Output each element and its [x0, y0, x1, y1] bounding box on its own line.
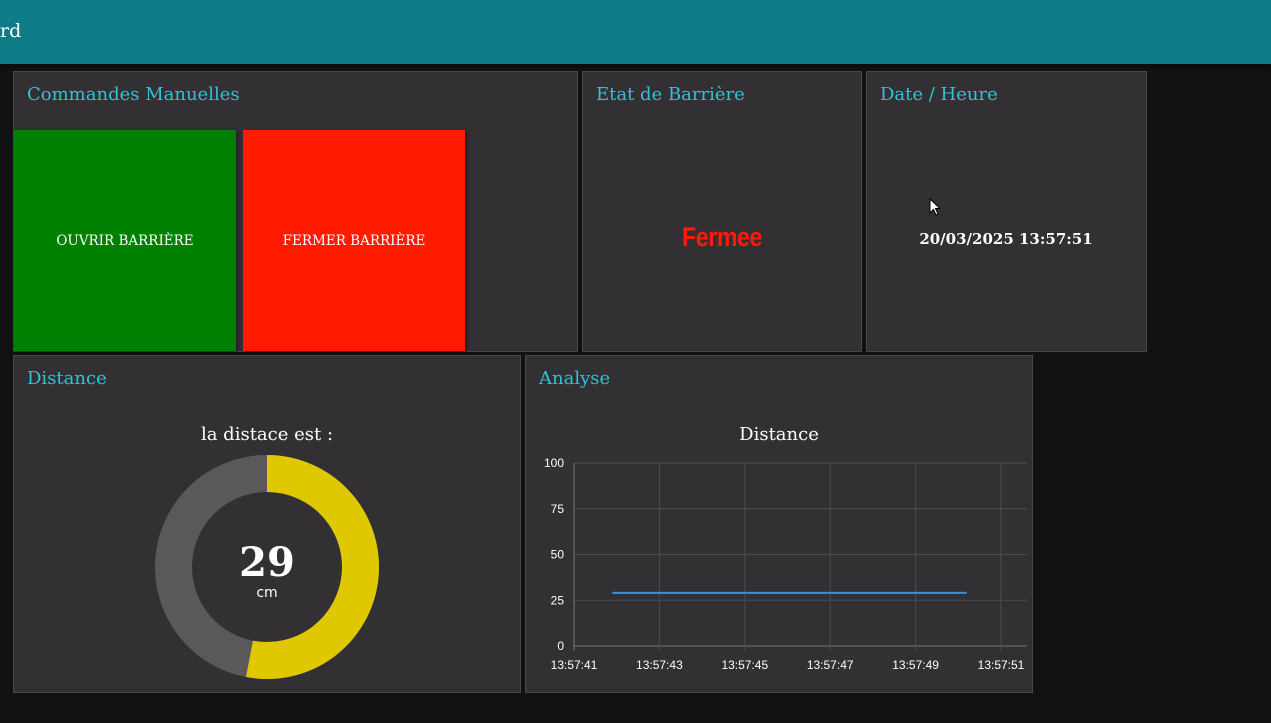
- y-tick-label: 0: [557, 639, 564, 653]
- gauge-unit: cm: [256, 585, 277, 601]
- analysis-card: Analyse Distance 0 25 50 75 100 13:57:41 13:57…: [525, 355, 1033, 693]
- barrier-state-card: Etat de Barrière Fermee: [582, 71, 862, 352]
- gauge-value: 29: [239, 539, 295, 586]
- y-tick-label: 75: [551, 502, 565, 516]
- datetime-card-title: Date / Heure: [880, 84, 998, 105]
- x-tick-label: 13:57:51: [978, 658, 1025, 672]
- y-tick-label: 50: [551, 548, 565, 562]
- x-tick-label: 13:57:41: [551, 658, 598, 672]
- dashboard-title: rd: [0, 20, 22, 42]
- distance-card-title: Distance: [27, 368, 107, 389]
- distance-line-chart: 0 25 50 75 100 13:57:41 13:57:43 13:57:45 13:57:…: [544, 456, 1027, 672]
- top-bar: rd: [0, 0, 1271, 64]
- x-tick-label: 13:57:45: [721, 658, 768, 672]
- open-barrier-button[interactable]: OUVRIR BARRIÈRE: [14, 130, 236, 351]
- datetime-value: 20/03/2025 13:57:51: [919, 230, 1093, 248]
- mouse-pointer-icon: [929, 198, 942, 216]
- y-tick-label: 100: [544, 456, 564, 470]
- gauge-label: la distace est :: [200, 424, 334, 445]
- x-tick-label: 13:57:43: [636, 658, 683, 672]
- y-tick-label: 25: [551, 593, 565, 607]
- barrier-state-card-title: Etat de Barrière: [596, 84, 745, 105]
- barrier-state-value: Fermee: [681, 222, 763, 252]
- commands-card: Commandes Manuelles OUVRIR BARRIÈRE FERM…: [13, 71, 578, 352]
- distance-card: Distance la distace est : 29 cm: [13, 355, 521, 693]
- close-barrier-button[interactable]: FERMER BARRIÈRE: [243, 130, 465, 351]
- datetime-card: Date / Heure 20/03/2025 13:57:51: [866, 71, 1147, 352]
- commands-card-title: Commandes Manuelles: [27, 84, 240, 105]
- x-tick-label: 13:57:47: [807, 658, 854, 672]
- x-tick-label: 13:57:49: [892, 658, 939, 672]
- distance-gauge: 29 cm: [155, 455, 379, 679]
